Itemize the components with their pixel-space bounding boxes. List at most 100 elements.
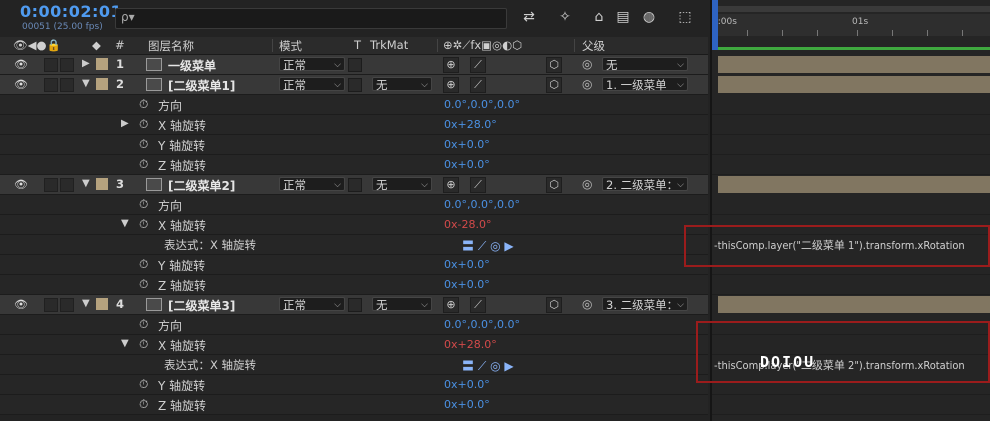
- expand-triangle-icon[interactable]: ▶: [121, 118, 129, 129]
- stopwatch-icon[interactable]: ⏱: [139, 97, 148, 112]
- layer-duration-bar[interactable]: [718, 296, 990, 313]
- visibility-eye-icon[interactable]: 👁: [14, 298, 28, 311]
- motion-blur-icon[interactable]: ◍: [640, 8, 658, 26]
- blend-mode-dropdown[interactable]: 正常 ⌵: [279, 57, 345, 72]
- property-row[interactable]: ▶ ⏱ X 轴旋转 0x+28.0°: [0, 115, 708, 135]
- property-row[interactable]: ⏱ Y 轴旋转 0x+0.0°: [0, 375, 708, 395]
- pickwhip-icon[interactable]: ◎: [582, 177, 592, 191]
- pickwhip-icon[interactable]: ◎: [582, 297, 592, 311]
- expression-controls[interactable]: 〓 ⟋ ◎ ▶: [462, 357, 514, 374]
- blend-mode-dropdown[interactable]: 正常 ⌵: [279, 177, 345, 192]
- property-value[interactable]: 0x+28.0°: [444, 338, 497, 351]
- shy-layers-icon[interactable]: ⌂: [590, 8, 608, 26]
- stopwatch-icon[interactable]: ⏱: [139, 217, 148, 232]
- layer-name[interactable]: [二级菜单1]: [168, 77, 235, 94]
- current-time-indicator[interactable]: [712, 0, 718, 50]
- quality-switch-icon[interactable]: ⟋: [470, 57, 486, 73]
- audio-switch[interactable]: [44, 78, 58, 92]
- shy-switch-icon[interactable]: ⊕: [443, 297, 459, 313]
- 3d-layer-icon[interactable]: ⬡: [546, 57, 562, 73]
- layer-name[interactable]: [二级菜单2]: [168, 177, 235, 194]
- stopwatch-icon[interactable]: ⏱: [139, 377, 148, 392]
- property-row[interactable]: ⏱ Y 轴旋转 0x+0.0°: [0, 255, 708, 275]
- layer-search-input[interactable]: ρ▾: [115, 8, 507, 29]
- property-row[interactable]: ⏱ Z 轴旋转 0x+0.0°: [0, 275, 708, 295]
- shy-switch-icon[interactable]: ⊕: [443, 177, 459, 193]
- property-value[interactable]: 0x-28.0°: [444, 218, 491, 231]
- layer-name[interactable]: 一级菜单: [168, 57, 216, 74]
- layer-duration-bar[interactable]: [718, 76, 990, 93]
- expression-row[interactable]: 表达式：X 轴旋转 〓 ⟋ ◎ ▶: [0, 355, 708, 375]
- comp-mini-flowchart-icon[interactable]: ⇄: [520, 8, 538, 26]
- property-value[interactable]: 0.0°,0.0°,0.0°: [444, 198, 520, 211]
- parent-dropdown[interactable]: 3. 二级菜单： ⌵: [602, 297, 688, 312]
- visibility-eye-icon[interactable]: 👁: [14, 178, 28, 191]
- preserve-transparency-switch[interactable]: [348, 58, 362, 72]
- trkmat-dropdown[interactable]: 无 ⌵: [372, 177, 432, 192]
- layer-duration-bar[interactable]: [718, 176, 990, 193]
- quality-switch-icon[interactable]: ⟋: [470, 177, 486, 193]
- expression-controls[interactable]: 〓 ⟋ ◎ ▶: [462, 237, 514, 254]
- lock-switch[interactable]: [60, 58, 74, 72]
- label-color-swatch[interactable]: [96, 178, 108, 190]
- collapse-triangle-icon[interactable]: ▼: [121, 338, 129, 349]
- parent-column[interactable]: 父级: [582, 38, 605, 54]
- audio-switch[interactable]: [44, 298, 58, 312]
- stopwatch-icon[interactable]: ⏱: [139, 397, 148, 412]
- property-row[interactable]: ⏱ Z 轴旋转 0x+0.0°: [0, 155, 708, 175]
- label-color-swatch[interactable]: [96, 298, 108, 310]
- property-value[interactable]: 0.0°,0.0°,0.0°: [444, 98, 520, 111]
- property-row[interactable]: ⏱ Y 轴旋转 0x+0.0°: [0, 135, 708, 155]
- shy-switch-icon[interactable]: ⊕: [443, 77, 459, 93]
- pickwhip-icon[interactable]: ◎: [582, 57, 592, 71]
- layer-duration-bar[interactable]: [718, 56, 990, 73]
- quality-switch-icon[interactable]: ⟋: [470, 297, 486, 313]
- parent-dropdown[interactable]: 无 ⌵: [602, 57, 688, 72]
- collapse-triangle-icon[interactable]: ▼: [82, 298, 90, 309]
- audio-switch[interactable]: [44, 178, 58, 192]
- 3d-layer-icon[interactable]: ⬡: [546, 297, 562, 313]
- stopwatch-icon[interactable]: ⏱: [139, 197, 148, 212]
- trkmat-column[interactable]: TrkMat: [370, 38, 408, 52]
- label-color-swatch[interactable]: [96, 58, 108, 70]
- collapse-triangle-icon[interactable]: ▼: [82, 178, 90, 189]
- preserve-transparency-switch[interactable]: [348, 298, 362, 312]
- label-column-icon[interactable]: ◆: [92, 38, 101, 52]
- property-value[interactable]: 0x+0.0°: [444, 278, 490, 291]
- quality-switch-icon[interactable]: ⟋: [470, 77, 486, 93]
- property-value[interactable]: 0x+0.0°: [444, 398, 490, 411]
- current-time-display[interactable]: 0:00:02:01: [20, 2, 122, 21]
- layer-name-column[interactable]: 图层名称: [148, 38, 194, 54]
- property-value[interactable]: 0x+28.0°: [444, 118, 497, 131]
- pickwhip-icon[interactable]: ◎: [582, 77, 592, 91]
- stopwatch-icon[interactable]: ⏱: [139, 257, 148, 272]
- property-row[interactable]: ▼ ⏱ X 轴旋转 0x+28.0°: [0, 335, 708, 355]
- stopwatch-icon[interactable]: ⏱: [139, 157, 148, 172]
- trkmat-dropdown[interactable]: 无 ⌵: [372, 297, 432, 312]
- property-value[interactable]: 0x+0.0°: [444, 378, 490, 391]
- parent-dropdown[interactable]: 1. 一级菜单 ⌵: [602, 77, 688, 92]
- layer-row[interactable]: 👁 ▼ 4 [二级菜单3] 正常 ⌵ 无 ⌵ ⊕ ⟋ ⬡ ◎ 3. 二级菜单： ⌵: [0, 295, 708, 315]
- 3d-layer-icon[interactable]: ⬡: [546, 77, 562, 93]
- collapse-triangle-icon[interactable]: ▼: [121, 218, 129, 229]
- graph-editor-icon[interactable]: ⬚: [676, 8, 694, 26]
- audio-switch[interactable]: [44, 58, 58, 72]
- property-row[interactable]: ⏱ 方向 0.0°,0.0°,0.0°: [0, 95, 708, 115]
- blend-mode-dropdown[interactable]: 正常 ⌵: [279, 297, 345, 312]
- preserve-transparency-switch[interactable]: [348, 178, 362, 192]
- property-value[interactable]: 0x+0.0°: [444, 158, 490, 171]
- work-area-bar[interactable]: [718, 6, 990, 12]
- layer-row[interactable]: 👁 ▼ 3 [二级菜单2] 正常 ⌵ 无 ⌵ ⊕ ⟋ ⬡ ◎ 2. 二级菜单： ⌵: [0, 175, 708, 195]
- expression-row[interactable]: 表达式：X 轴旋转 〓 ⟋ ◎ ▶: [0, 235, 708, 255]
- stopwatch-icon[interactable]: ⏱: [139, 137, 148, 152]
- property-row[interactable]: ▼ ⏱ X 轴旋转 0x-28.0°: [0, 215, 708, 235]
- parent-dropdown[interactable]: 2. 二级菜单： ⌵: [602, 177, 688, 192]
- stopwatch-icon[interactable]: ⏱: [139, 317, 148, 332]
- 3d-layer-icon[interactable]: ⬡: [546, 177, 562, 193]
- draft-3d-icon[interactable]: ✧: [556, 8, 574, 26]
- stopwatch-icon[interactable]: ⏱: [139, 337, 148, 352]
- property-value[interactable]: 0x+0.0°: [444, 258, 490, 271]
- property-value[interactable]: 0x+0.0°: [444, 138, 490, 151]
- property-row[interactable]: ⏱ 方向 0.0°,0.0°,0.0°: [0, 195, 708, 215]
- preserve-transparency-switch[interactable]: [348, 78, 362, 92]
